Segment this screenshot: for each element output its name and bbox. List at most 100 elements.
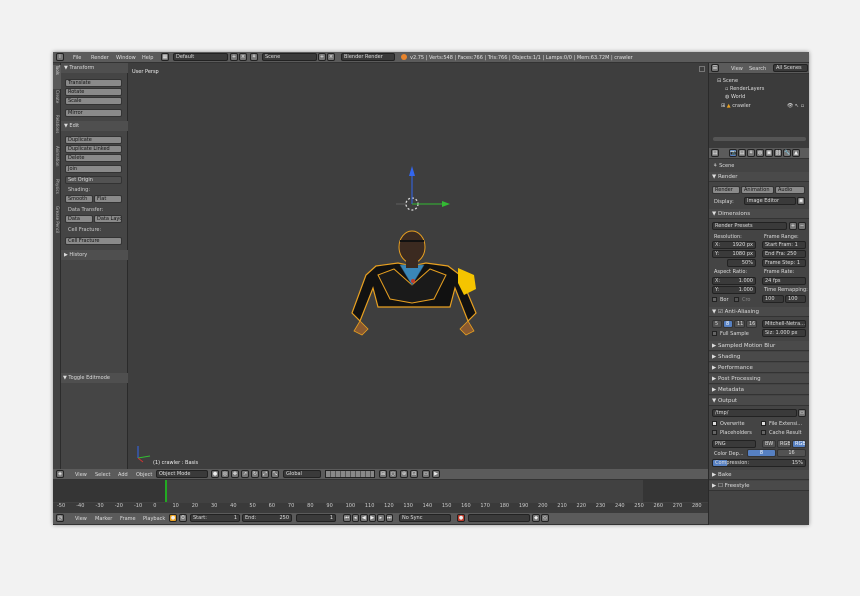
output-panel-header[interactable]: ▼ Output bbox=[709, 396, 809, 406]
scene-field[interactable]: Scene bbox=[262, 53, 317, 61]
outliner-menu-search[interactable]: Search bbox=[749, 66, 766, 72]
tab-tools[interactable]: Tools bbox=[53, 65, 61, 89]
color-depth-16[interactable]: 16 bbox=[777, 449, 806, 457]
crop-checkbox[interactable] bbox=[734, 297, 739, 302]
animation-button[interactable]: Animation bbox=[741, 186, 774, 194]
end-frame-prop-field[interactable]: End Fra: 250 bbox=[762, 250, 806, 258]
outliner-filter[interactable]: All Scenes bbox=[773, 64, 808, 72]
aspect-x-field[interactable]: X: 1.000 bbox=[712, 277, 756, 285]
end-frame-field[interactable]: End: 250 bbox=[242, 514, 292, 522]
delete-keyframe-icon[interactable]: ◇ bbox=[541, 514, 549, 522]
file-extension-checkbox[interactable] bbox=[761, 421, 766, 426]
compression-slider[interactable]: Compression: 15% bbox=[712, 459, 806, 467]
snap-element-icon[interactable]: ⊡ bbox=[410, 470, 418, 478]
data-button[interactable]: Data bbox=[65, 215, 93, 223]
render-anim-icon[interactable]: ▶ bbox=[432, 470, 440, 478]
auto-keying-icon[interactable]: ● bbox=[169, 514, 177, 522]
smooth-button[interactable]: Smooth bbox=[65, 195, 93, 203]
resolution-y-field[interactable]: Y: 1080 px bbox=[712, 250, 756, 258]
modifiers-tab-icon[interactable]: 🔧 bbox=[783, 149, 791, 157]
tab-relations[interactable]: Relations bbox=[53, 115, 61, 145]
render-panel-header[interactable]: ▼ Render bbox=[709, 172, 809, 182]
remap-new-field[interactable]: 100 bbox=[785, 295, 806, 303]
color-rgb-button[interactable]: RGB bbox=[777, 440, 791, 448]
display-dropdown[interactable]: Image Editor bbox=[744, 197, 796, 205]
performance-panel-header[interactable]: ▶ Performance bbox=[709, 363, 809, 373]
aa-samples-16[interactable]: 16 bbox=[746, 320, 757, 328]
motion-blur-panel-header[interactable]: ▶ Sampled Motion Blur bbox=[709, 341, 809, 351]
jump-start-icon[interactable]: ⏮ bbox=[343, 514, 351, 522]
editor-type-3d-icon[interactable]: ◈ bbox=[56, 470, 64, 478]
menu-help[interactable]: Help bbox=[142, 55, 153, 61]
output-path-field[interactable]: /tmp/ bbox=[712, 409, 797, 417]
record-icon[interactable]: ● bbox=[457, 514, 465, 522]
translate-button[interactable]: Translate bbox=[65, 79, 122, 87]
tab-animation[interactable]: Animation bbox=[53, 146, 61, 178]
set-origin-dropdown[interactable]: Set Origin bbox=[65, 176, 122, 184]
snap-icon[interactable]: ⊕ bbox=[400, 470, 408, 478]
preset-remove-icon[interactable]: − bbox=[798, 222, 806, 230]
editor-type-icon[interactable]: i bbox=[56, 53, 64, 61]
bake-panel-header[interactable]: ▶ Bake bbox=[709, 470, 809, 480]
delete-button[interactable]: Delete bbox=[65, 154, 122, 162]
tab-physics[interactable]: Physics bbox=[53, 179, 61, 205]
toggle-editmode-panel[interactable]: ▼ Toggle Editmode bbox=[61, 373, 128, 383]
metadata-panel-header[interactable]: ▶ Metadata bbox=[709, 385, 809, 395]
outliner-crawler[interactable]: ⊞ ▲ crawler bbox=[721, 103, 751, 109]
aa-samples-8[interactable]: 8 bbox=[723, 320, 733, 328]
tab-grease-pencil[interactable]: Grease Pencil bbox=[53, 206, 61, 244]
screen-layout-icon[interactable]: ▦ bbox=[161, 53, 169, 61]
remove-scene-icon[interactable]: × bbox=[327, 53, 335, 61]
border-checkbox[interactable] bbox=[712, 297, 717, 302]
remove-layout-icon[interactable]: × bbox=[239, 53, 247, 61]
frame-step-field[interactable]: Frame Step: 1 bbox=[762, 259, 806, 267]
render-preview-icon[interactable]: ▭ bbox=[422, 470, 430, 478]
aspect-y-field[interactable]: Y: 1.000 bbox=[712, 286, 756, 294]
viewport-3d[interactable]: User Persp (1) crawler: Basis bbox=[128, 63, 708, 469]
remap-old-field[interactable]: 100 bbox=[762, 295, 784, 303]
dimensions-panel-header[interactable]: ▼ Dimensions bbox=[709, 209, 809, 219]
scale-manip-2-icon[interactable]: ⤡ bbox=[271, 470, 279, 478]
scene-icon[interactable]: ⚘ bbox=[250, 53, 258, 61]
resolution-x-field[interactable]: X: 1920 px bbox=[712, 241, 756, 249]
shading-panel-header[interactable]: ▶ Shading bbox=[709, 352, 809, 362]
join-button[interactable]: Join bbox=[65, 165, 122, 173]
menu-object[interactable]: Object bbox=[136, 472, 152, 478]
manipulator-icon[interactable]: ✥ bbox=[231, 470, 239, 478]
preview-range-icon[interactable]: ⏱ bbox=[179, 514, 187, 522]
pivot-icon[interactable]: ◎ bbox=[221, 470, 229, 478]
layers-grid[interactable] bbox=[325, 470, 375, 478]
outliner-scene[interactable]: ⊟ Scene bbox=[717, 78, 738, 84]
scale-manip-icon[interactable]: ⤢ bbox=[261, 470, 269, 478]
anti-aliasing-panel-header[interactable]: ▼ ☑ Anti-Aliasing bbox=[709, 307, 809, 317]
menu-window[interactable]: Window bbox=[116, 55, 136, 61]
color-depth-8[interactable]: 8 bbox=[747, 449, 776, 457]
next-key-icon[interactable]: ▸ bbox=[377, 514, 385, 522]
timeline-menu-marker[interactable]: Marker bbox=[95, 516, 112, 522]
color-bw-button[interactable]: BW bbox=[762, 440, 776, 448]
outliner-world[interactable]: ◍ World bbox=[725, 94, 745, 100]
audio-button[interactable]: Audio bbox=[775, 186, 805, 194]
scene-tab-icon[interactable]: ⚘ bbox=[747, 149, 755, 157]
insert-keyframe-icon[interactable]: ◆ bbox=[532, 514, 540, 522]
outliner-renderlayers[interactable]: ▫ RenderLayers bbox=[725, 86, 764, 92]
start-frame-prop-field[interactable]: Start Fram: 1 bbox=[762, 241, 806, 249]
history-panel-header[interactable]: ▶ History bbox=[61, 250, 128, 260]
render-engine-dropdown[interactable]: Blender Render bbox=[341, 53, 395, 61]
menu-render[interactable]: Render bbox=[91, 55, 109, 61]
viewport-shading-icon[interactable]: ● bbox=[211, 470, 219, 478]
display-lock-icon[interactable]: ▣ bbox=[797, 197, 805, 205]
menu-file[interactable]: File bbox=[73, 55, 81, 61]
post-processing-panel-header[interactable]: ▶ Post Processing bbox=[709, 374, 809, 384]
folder-icon[interactable]: ▭ bbox=[798, 409, 806, 417]
fps-dropdown[interactable]: 24 fps bbox=[762, 277, 806, 285]
play-icon[interactable]: ▶ bbox=[368, 514, 376, 522]
add-scene-icon[interactable]: + bbox=[318, 53, 326, 61]
render-presets-dropdown[interactable]: Render Presets bbox=[712, 222, 787, 230]
timeline-menu-playback[interactable]: Playback bbox=[143, 516, 165, 522]
transform-panel-header[interactable]: ▼ Transform bbox=[61, 63, 128, 73]
outliner-menu-view[interactable]: View bbox=[731, 66, 743, 72]
freestyle-panel-header[interactable]: ▶ ☐ Freestyle bbox=[709, 481, 809, 491]
render-button[interactable]: Render bbox=[712, 186, 740, 194]
editor-type-properties-icon[interactable]: ▤ bbox=[711, 149, 719, 157]
